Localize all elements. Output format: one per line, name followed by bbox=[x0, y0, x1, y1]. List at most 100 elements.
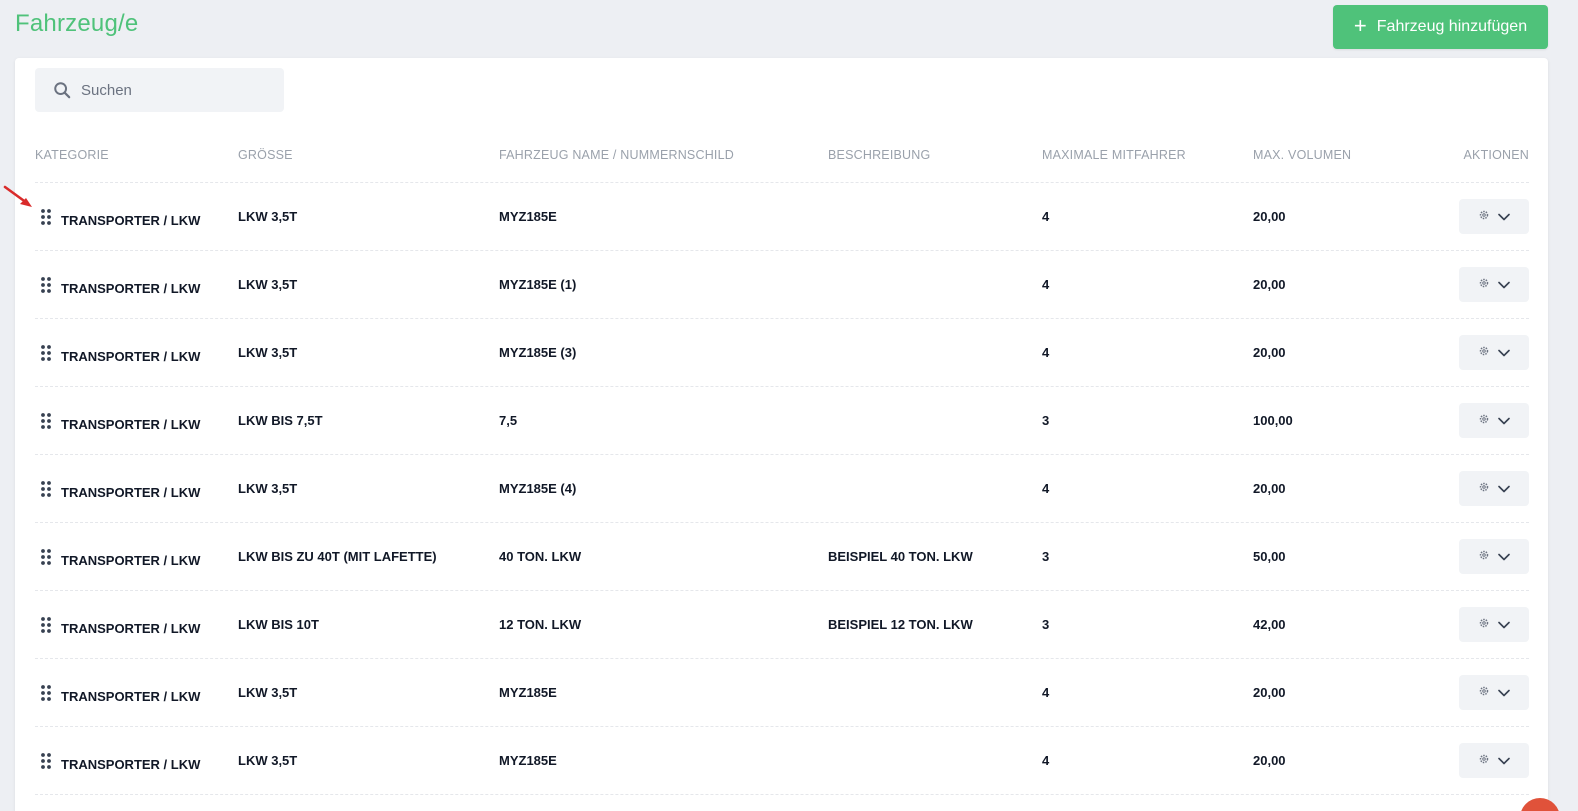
cell-groesse: LKW BIS 7,5T bbox=[238, 413, 323, 428]
cell-kategorie: TRANSPORTER / LKW bbox=[61, 349, 201, 364]
chevron-down-icon bbox=[1498, 209, 1510, 224]
row-actions-button[interactable] bbox=[1459, 267, 1529, 302]
cell-volumen: 50,00 bbox=[1253, 549, 1286, 564]
cell-volumen: 20,00 bbox=[1253, 685, 1286, 700]
search-input[interactable] bbox=[81, 81, 251, 99]
gear-icon bbox=[1478, 345, 1490, 360]
drag-handle-icon[interactable] bbox=[39, 412, 53, 430]
cell-name: MYZ185E bbox=[499, 685, 557, 700]
cell-groesse: LKW 3,5T bbox=[238, 277, 298, 292]
table-row[interactable]: TRANSPORTER / LKW LKW BIS 10T 12 TON. LKW B… bbox=[35, 591, 1529, 659]
search-icon bbox=[54, 82, 71, 99]
cell-name: 12 TON. LKW bbox=[499, 617, 582, 632]
cell-volumen: 20,00 bbox=[1253, 481, 1286, 496]
table-row[interactable]: TRANSPORTER / LKW LKW 3,5T MYZ185E 4 20,00 bbox=[35, 727, 1529, 795]
cell-volumen: 20,00 bbox=[1253, 209, 1286, 224]
table-row[interactable]: TRANSPORTER / LKW LKW BIS ZU 40T (MIT LAF… bbox=[35, 523, 1529, 591]
row-actions-button[interactable] bbox=[1459, 675, 1529, 710]
row-actions-button[interactable] bbox=[1459, 539, 1529, 574]
cell-groesse: LKW 3,5T bbox=[238, 481, 298, 496]
chevron-down-icon bbox=[1498, 413, 1510, 428]
red-arrow-icon bbox=[3, 185, 32, 207]
table-row[interactable]: TRANSPORTER / LKW LKW 3,5T MYZ185E 4 20,00 bbox=[35, 659, 1529, 727]
cell-groesse: LKW BIS 10T bbox=[238, 617, 319, 632]
gear-icon bbox=[1478, 617, 1490, 632]
drag-handle-icon[interactable] bbox=[39, 752, 53, 770]
chevron-down-icon bbox=[1498, 617, 1510, 632]
cell-mitfahrer: 3 bbox=[1042, 617, 1050, 632]
cell-kategorie: TRANSPORTER / LKW bbox=[61, 417, 201, 432]
gear-icon bbox=[1478, 277, 1490, 292]
cell-mitfahrer: 3 bbox=[1042, 413, 1050, 428]
table-header: KATEGORIE GRÖSSE FAHRZEUG NAME / NUMMERN… bbox=[35, 148, 1529, 183]
table-row[interactable]: TRANSPORTER / LKW LKW 3,5T MYZ185E 4 20,00 bbox=[35, 183, 1529, 251]
drag-handle-icon[interactable] bbox=[39, 616, 53, 634]
col-aktionen: AKTIONEN bbox=[1463, 148, 1529, 162]
table-row[interactable]: TRANSPORTER / LKW LKW BIS 7,5T 7,5 3 100,00 bbox=[35, 387, 1529, 455]
cell-volumen: 100,00 bbox=[1253, 413, 1293, 428]
cell-mitfahrer: 4 bbox=[1042, 481, 1050, 496]
cell-name: 7,5 bbox=[499, 413, 518, 428]
cell-mitfahrer: 4 bbox=[1042, 209, 1050, 224]
cell-volumen: 20,00 bbox=[1253, 277, 1286, 292]
gear-icon bbox=[1478, 413, 1490, 428]
search-box[interactable] bbox=[35, 68, 284, 112]
row-actions-button[interactable] bbox=[1459, 471, 1529, 506]
add-vehicle-button[interactable]: + Fahrzeug hinzufügen bbox=[1333, 5, 1548, 49]
cell-groesse: LKW BIS ZU 40T (MIT LAFETTE) bbox=[238, 549, 437, 564]
table-row[interactable]: TRANSPORTER / LKW LKW 3,5T MYZ185E (3) 4 20,… bbox=[35, 319, 1529, 387]
cell-name: MYZ185E (4) bbox=[499, 481, 577, 496]
chevron-down-icon bbox=[1498, 277, 1510, 292]
row-actions-button[interactable] bbox=[1459, 743, 1529, 778]
chevron-down-icon bbox=[1498, 481, 1510, 496]
gear-icon bbox=[1478, 481, 1490, 496]
add-vehicle-label: Fahrzeug hinzufügen bbox=[1376, 18, 1528, 35]
drag-handle-icon[interactable] bbox=[39, 548, 53, 566]
cell-beschreibung: BEISPIEL 12 TON. LKW bbox=[828, 617, 973, 632]
cell-groesse: LKW 3,5T bbox=[238, 209, 298, 224]
drag-handle-icon[interactable] bbox=[39, 344, 53, 362]
col-kategorie[interactable]: KATEGORIE bbox=[35, 148, 109, 162]
drag-handle-icon[interactable] bbox=[39, 208, 53, 226]
drag-handle-icon[interactable] bbox=[39, 684, 53, 702]
row-actions-button[interactable] bbox=[1459, 335, 1529, 370]
drag-handle-icon[interactable] bbox=[39, 276, 53, 294]
cell-groesse: LKW 3,5T bbox=[238, 685, 298, 700]
cell-volumen: 20,00 bbox=[1253, 753, 1286, 768]
vehicle-card: KATEGORIE GRÖSSE FAHRZEUG NAME / NUMMERN… bbox=[15, 58, 1548, 811]
table-row[interactable]: TRANSPORTER / LKW LKW 3,5T MYZ185E (1) 4 20,… bbox=[35, 251, 1529, 319]
cell-mitfahrer: 3 bbox=[1042, 549, 1050, 564]
cell-beschreibung: BEISPIEL 40 TON. LKW bbox=[828, 549, 973, 564]
page-title: Fahrzeug/e bbox=[15, 10, 139, 37]
cell-groesse: LKW 3,5T bbox=[238, 345, 298, 360]
table-row[interactable]: TRANSPORTER / LKW LKW 3,5T MYZ185E (4) 4 20,… bbox=[35, 455, 1529, 523]
gear-icon bbox=[1478, 209, 1490, 224]
row-actions-button[interactable] bbox=[1459, 199, 1529, 234]
row-actions-button[interactable] bbox=[1459, 403, 1529, 438]
cell-groesse: LKW 3,5T bbox=[238, 753, 298, 768]
chevron-down-icon bbox=[1498, 549, 1510, 564]
col-name[interactable]: FAHRZEUG NAME / NUMMERNSCHILD bbox=[499, 148, 734, 162]
col-beschreibung[interactable]: BESCHREIBUNG bbox=[828, 148, 930, 162]
col-mitfahrer[interactable]: MAXIMALE MITFAHRER bbox=[1042, 148, 1186, 162]
row-actions-button[interactable] bbox=[1459, 607, 1529, 642]
cell-volumen: 20,00 bbox=[1253, 345, 1286, 360]
cell-mitfahrer: 4 bbox=[1042, 277, 1050, 292]
cell-kategorie: TRANSPORTER / LKW bbox=[61, 621, 201, 636]
chevron-down-icon bbox=[1498, 685, 1510, 700]
col-volumen[interactable]: MAX. VOLUMEN bbox=[1253, 148, 1351, 162]
cell-mitfahrer: 4 bbox=[1042, 753, 1050, 768]
cell-kategorie: TRANSPORTER / LKW bbox=[61, 281, 201, 296]
cell-mitfahrer: 4 bbox=[1042, 685, 1050, 700]
cell-kategorie: TRANSPORTER / LKW bbox=[61, 553, 201, 568]
gear-icon bbox=[1478, 549, 1490, 564]
cell-volumen: 42,00 bbox=[1253, 617, 1286, 632]
drag-handle-icon[interactable] bbox=[39, 480, 53, 498]
chevron-down-icon bbox=[1498, 345, 1510, 360]
cell-mitfahrer: 4 bbox=[1042, 345, 1050, 360]
cell-name: 40 TON. LKW bbox=[499, 549, 582, 564]
cell-kategorie: TRANSPORTER / LKW bbox=[61, 689, 201, 704]
col-groesse[interactable]: GRÖSSE bbox=[238, 148, 293, 162]
chevron-down-icon bbox=[1498, 753, 1510, 768]
gear-icon bbox=[1478, 753, 1490, 768]
